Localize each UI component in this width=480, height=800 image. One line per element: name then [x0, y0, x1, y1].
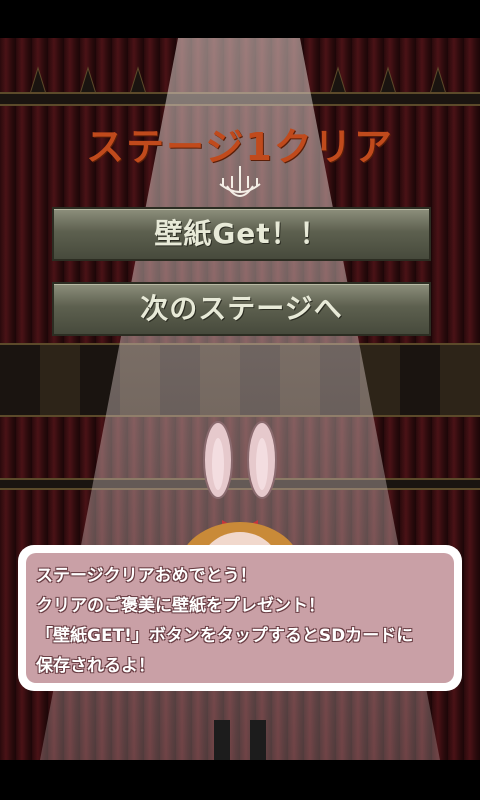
- stage-clear-title: ステージ1クリア: [86, 125, 394, 169]
- dialog-line: 「壁紙GET!」ボタンをタップするとSDカードに: [36, 626, 414, 646]
- next-stage-button[interactable]: 次のステージへ: [52, 282, 431, 336]
- status-bar: [0, 0, 480, 38]
- dialog-line: ステージクリアおめでとう！: [36, 566, 257, 586]
- dialog-line: 保存されるよ！: [36, 656, 155, 676]
- dialog-line: クリアのご褒美に壁紙をプレゼント！: [36, 596, 325, 616]
- message-dialog-body: ステージクリアおめでとう！ クリアのご褒美に壁紙をプレゼント！ 「壁紙GET!」…: [26, 553, 454, 683]
- get-wallpaper-button[interactable]: 壁紙Get！！: [52, 207, 431, 261]
- chandelier-icon: [219, 166, 261, 197]
- message-dialog: ステージクリアおめでとう！ クリアのご褒美に壁紙をプレゼント！ 「壁紙GET!」…: [18, 545, 462, 691]
- bottom-bar: [0, 760, 480, 800]
